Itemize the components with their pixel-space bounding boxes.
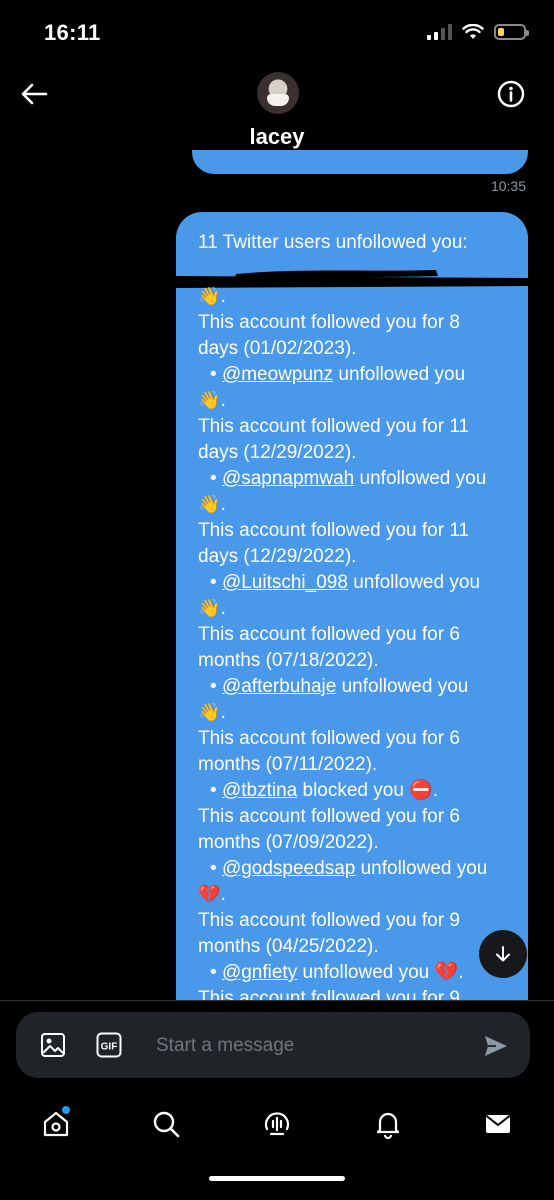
message-line: This account followed you for 6 xyxy=(198,624,460,645)
previous-message-bubble[interactable] xyxy=(192,150,528,174)
nav-search[interactable] xyxy=(144,1102,188,1146)
battery-icon xyxy=(494,24,529,40)
composer-divider xyxy=(0,1000,554,1001)
user-handle-link[interactable]: @afterbuhaje xyxy=(222,676,336,697)
nav-notifications[interactable] xyxy=(366,1102,410,1146)
emoji-line: 👋. xyxy=(198,390,227,411)
contact-name[interactable]: lacey xyxy=(0,124,554,150)
bell-icon xyxy=(376,1112,400,1139)
message-line: days (12/29/2022). xyxy=(198,546,357,567)
entry-action: unfollowed you xyxy=(354,468,487,489)
emoji-line: 👋. xyxy=(198,702,227,723)
nav-messages[interactable] xyxy=(476,1102,520,1146)
message-input[interactable] xyxy=(154,1028,458,1064)
bullet: • xyxy=(210,572,222,593)
message-composer: GIF xyxy=(16,1012,530,1078)
cellular-signal-icon xyxy=(427,24,452,40)
bullet: • xyxy=(210,468,222,489)
status-time: 16:11 xyxy=(44,20,101,45)
arrow-down-icon xyxy=(496,946,510,962)
user-handle-link[interactable]: @godspeedsap xyxy=(222,858,355,879)
emoji-line: 👋. xyxy=(198,494,227,515)
user-handle-link[interactable]: @meowpunz xyxy=(222,364,333,385)
message-line: This account followed you for 9 xyxy=(198,910,460,931)
unfollow-entry: • @Luitschi_098 unfollowed you xyxy=(198,570,528,596)
status-bar: 16:11 xyxy=(0,0,554,64)
user-handle-link[interactable]: @Luitschi_098 xyxy=(222,572,348,593)
bottom-navigation xyxy=(0,1094,554,1154)
unfollow-entry: • @godspeedsap unfollowed you xyxy=(198,856,528,882)
battery-level xyxy=(498,28,504,36)
send-icon[interactable] xyxy=(482,1032,510,1060)
entry-action: blocked you ⛔. xyxy=(297,780,439,801)
message-line: This account followed you for 11 xyxy=(198,416,470,437)
user-handle-link[interactable]: @tbztina xyxy=(222,780,297,801)
nav-home[interactable] xyxy=(34,1102,78,1146)
emoji-line: 👋. xyxy=(198,286,227,307)
arrow-left-icon[interactable] xyxy=(18,78,50,110)
bullet: • xyxy=(210,858,222,879)
notification-dot xyxy=(62,1106,70,1114)
gif-label: GIF xyxy=(101,1042,118,1053)
search-icon xyxy=(153,1111,180,1138)
message-line: This account followed you for 6 xyxy=(198,806,460,827)
spaces-icon xyxy=(264,1112,290,1136)
wifi-icon xyxy=(462,24,484,39)
nav-spaces[interactable] xyxy=(255,1102,299,1146)
entry-action: unfollowed you 💔. xyxy=(297,962,464,983)
unfollow-entry: • @meowpunz unfollowed you xyxy=(198,362,528,388)
bullet: • xyxy=(210,780,222,801)
bullet: • xyxy=(210,962,222,983)
unfollow-entry: • @afterbuhaje unfollowed you xyxy=(198,674,528,700)
avatar[interactable] xyxy=(257,72,299,114)
status-icons xyxy=(427,24,529,40)
entry-action: unfollowed you xyxy=(347,572,480,593)
info-icon[interactable] xyxy=(496,79,526,109)
mail-icon xyxy=(485,1115,511,1133)
message-line: months (07/18/2022). xyxy=(198,650,379,671)
entry-action: unfollowed you xyxy=(333,364,466,385)
bullet: • xyxy=(210,676,222,697)
message-line: months (07/09/2022). xyxy=(198,832,379,853)
bullet: • xyxy=(210,364,222,385)
message-line: months (07/11/2022). xyxy=(198,754,378,775)
message-line: This account followed you for 9 xyxy=(198,988,460,1000)
unfollow-entry: • @sapnapmwah unfollowed you xyxy=(198,466,528,492)
home-indicator xyxy=(209,1176,345,1181)
emoji-line: 👋. xyxy=(198,598,227,619)
message-line: This account followed you for 11 xyxy=(198,520,470,541)
user-handle-link[interactable]: @gnfiety xyxy=(222,962,297,983)
message-heading: 11 Twitter users unfollowed you: xyxy=(198,232,468,253)
message-line: days (01/02/2023). xyxy=(198,338,357,359)
unfollow-entry: • @gnfiety unfollowed you 💔. xyxy=(198,960,528,986)
gif-icon[interactable]: GIF xyxy=(96,1032,122,1058)
emoji-line: 💔. xyxy=(198,884,227,905)
message-body: 👋. This account followed you for 8 days (0… xyxy=(198,284,528,1000)
message-line: This account followed you for 8 xyxy=(198,312,460,333)
image-icon[interactable] xyxy=(40,1032,66,1058)
message-bubble[interactable]: 11 Twitter users unfollowed you: 👋. This … xyxy=(176,212,528,1000)
message-line: This account followed you for 6 xyxy=(198,728,460,749)
conversation-header: lacey xyxy=(0,64,554,160)
scroll-to-bottom-button[interactable] xyxy=(479,930,527,978)
message-line: days (12/29/2022). xyxy=(198,442,357,463)
user-handle-link[interactable]: @sapnapmwah xyxy=(222,468,354,489)
entry-action: unfollowed you xyxy=(355,858,488,879)
entry-action: unfollowed you xyxy=(336,676,469,697)
unfollow-entry: • @tbztina blocked you ⛔. xyxy=(198,778,528,804)
message-timestamp: 10:35 xyxy=(490,178,526,194)
